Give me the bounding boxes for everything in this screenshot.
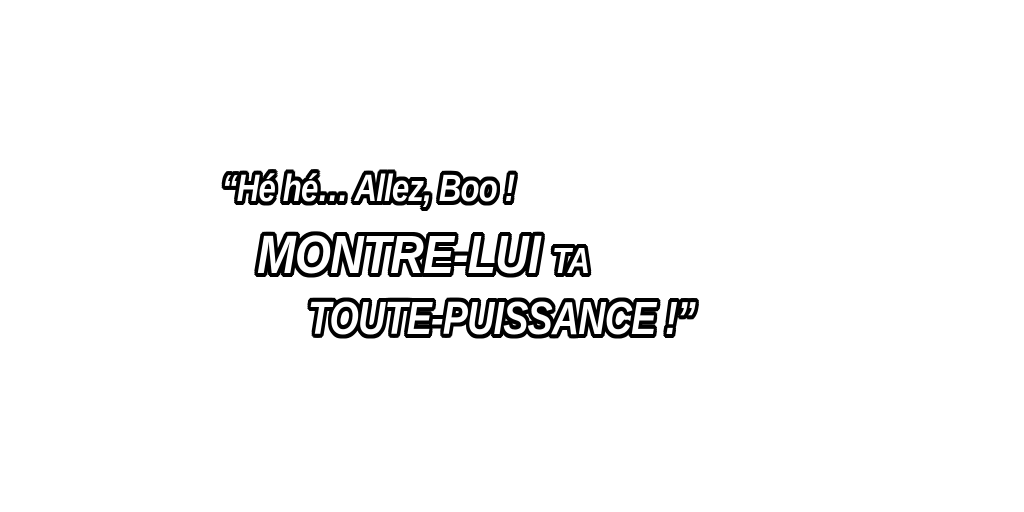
- caption-line-2-small: TA: [551, 240, 590, 281]
- caption-line-2: MONTRE-LUI TA: [257, 224, 590, 286]
- caption-line-3: TOUTE-PUISSANCE !”: [308, 292, 696, 344]
- caption-line-1: “Hé hé… Allez, Boo !: [222, 168, 515, 210]
- caption-line-2-main: MONTRE-LUI: [257, 225, 552, 285]
- caption-canvas: “Hé hé… Allez, Boo ! MONTRE-LUI TA TOUTE…: [0, 0, 1024, 512]
